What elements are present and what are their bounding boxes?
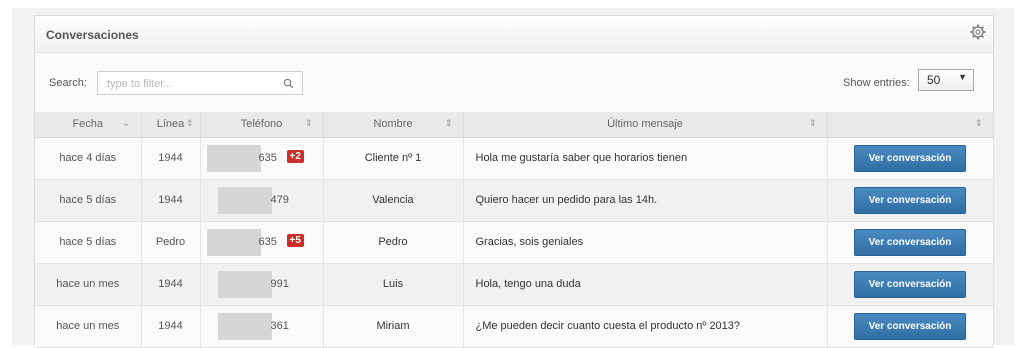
search-input[interactable] — [105, 75, 279, 93]
phone-digits: 635 — [258, 151, 277, 164]
table-row[interactable]: hace 4 días 1944 635 +2 Cliente nº 1 Hol… — [35, 137, 994, 179]
header-nombre[interactable]: Nombre ⇕ — [323, 112, 464, 138]
cell-action: Ver conversación — [827, 179, 994, 221]
cell-telefono: 479 — [200, 179, 324, 221]
header-telefono[interactable]: Teléfono ⇕ — [200, 112, 324, 138]
cell-linea: 1944 — [141, 305, 201, 347]
header-fecha-label: Fecha — [72, 118, 104, 131]
cell-fecha: hace un mes — [35, 305, 142, 347]
cell-fecha: hace 5 días — [35, 179, 142, 221]
table-row[interactable]: hace 5 días Pedro 635 +5 Pedro Gracias, … — [35, 221, 994, 263]
cell-mensaje: Hola me gustaría saber que horarios tien… — [463, 137, 828, 179]
show-entries-select[interactable]: 50 ▼ — [918, 69, 974, 91]
table-controls: Search: Show entries: 50 ▼ — [35, 53, 993, 113]
redacted-phone — [206, 144, 261, 172]
redacted-phone — [217, 312, 272, 340]
cell-nombre: Cliente nº 1 — [323, 137, 464, 179]
show-entries-value: 50 — [927, 73, 941, 87]
cell-nombre: Miriam — [323, 305, 464, 347]
cell-mensaje: ¿Me pueden decir cuanto cuesta el produc… — [463, 305, 828, 347]
view-conversation-button[interactable]: Ver conversación — [854, 144, 966, 172]
conversations-panel: Conversaciones Search: type to filter...… — [34, 15, 994, 348]
cell-telefono: 991 — [200, 263, 324, 305]
cell-fecha: hace un mes — [35, 263, 142, 305]
unread-badge: +5 — [286, 233, 304, 247]
dropdown-arrow-icon: ▼ — [958, 72, 967, 82]
gear-icon[interactable] — [970, 24, 986, 40]
cell-mensaje: Quiero hacer un pedido para las 14h. — [463, 179, 828, 221]
cell-linea: Pedro — [141, 221, 201, 263]
sort-desc-icon: ⌄ — [122, 118, 131, 129]
view-conversation-button[interactable]: Ver conversación — [854, 270, 966, 298]
table-row[interactable]: hace un mes 1944 361 Miriam ¿Me pueden d… — [35, 305, 994, 347]
cell-action: Ver conversación — [827, 263, 994, 305]
sort-icon: ⇕ — [304, 118, 313, 128]
cell-telefono: 361 — [200, 305, 324, 347]
header-ultimo-mensaje-label: Último mensaje — [607, 118, 683, 131]
sort-icon: ⇕ — [444, 118, 453, 128]
cell-mensaje: Hola, tengo una duda — [463, 263, 828, 305]
table-row[interactable]: hace 5 días 1944 479 Valencia Quiero hac… — [35, 179, 994, 221]
cell-linea: 1944 — [141, 179, 201, 221]
cell-fecha: hace 4 días — [35, 137, 142, 179]
cell-mensaje: Gracias, sois geniales — [463, 221, 828, 263]
header-nombre-label: Nombre — [373, 118, 413, 131]
search-box[interactable] — [97, 71, 303, 95]
view-conversation-button[interactable]: Ver conversación — [854, 186, 966, 214]
panel-header: Conversaciones — [35, 16, 993, 53]
cell-nombre: Valencia — [323, 179, 464, 221]
header-fecha[interactable]: Fecha ⌄ — [35, 112, 142, 138]
panel-title: Conversaciones — [46, 28, 139, 42]
header-telefono-label: Teléfono — [240, 118, 283, 131]
cell-action: Ver conversación — [827, 305, 994, 347]
header-linea[interactable]: Línea ⇕ — [141, 112, 201, 138]
search-label: Search: — [49, 77, 87, 89]
phone-digits: 991 — [270, 277, 289, 290]
conversations-table: Fecha ⌄ Línea ⇕ Teléfono ⇕ Nombre ⇕ Último m… — [35, 112, 994, 348]
sort-icon: ⇕ — [185, 118, 194, 128]
cell-fecha: hace 5 días — [35, 221, 142, 263]
redacted-phone — [217, 270, 272, 298]
page-background: Conversaciones Search: type to filter...… — [12, 8, 1014, 348]
header-linea-label: Línea — [156, 118, 185, 131]
sort-icon: ⇕ — [974, 118, 983, 128]
table-row[interactable]: hace un mes 1944 991 Luis Hola, tengo un… — [35, 263, 994, 305]
header-ultimo-mensaje[interactable]: Último mensaje ⇕ — [463, 112, 828, 138]
phone-digits: 361 — [270, 319, 289, 332]
table-header-row: Fecha ⌄ Línea ⇕ Teléfono ⇕ Nombre ⇕ Último m… — [35, 112, 994, 138]
view-conversation-button[interactable]: Ver conversación — [854, 312, 966, 340]
cell-linea: 1944 — [141, 263, 201, 305]
phone-digits: 635 — [258, 235, 277, 248]
unread-badge: +2 — [286, 149, 304, 163]
header-actions[interactable]: ⇕ — [827, 112, 994, 138]
cell-nombre: Pedro — [323, 221, 464, 263]
cell-nombre: Luis — [323, 263, 464, 305]
show-entries-label: Show entries: — [843, 77, 910, 89]
sort-icon: ⇕ — [808, 118, 817, 128]
cell-telefono: 635 +2 — [200, 137, 324, 179]
cell-telefono: 635 +5 — [200, 221, 324, 263]
cell-action: Ver conversación — [827, 137, 994, 179]
redacted-phone — [217, 186, 272, 214]
redacted-phone — [206, 228, 261, 256]
cell-linea: 1944 — [141, 137, 201, 179]
cell-action: Ver conversación — [827, 221, 994, 263]
view-conversation-button[interactable]: Ver conversación — [854, 228, 966, 256]
search-icon[interactable] — [283, 78, 294, 89]
phone-digits: 479 — [270, 193, 289, 206]
